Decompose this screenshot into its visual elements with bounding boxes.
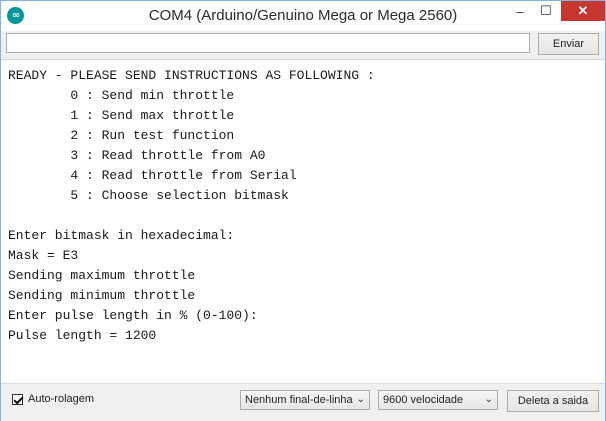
title-bar: ∞ COM4 (Arduino/Genuino Mega or Mega 256… [1,1,605,31]
input-bar: Enviar [1,31,605,59]
status-bar: Auto-rolagem Nenhum final-de-linha ⌄ 960… [1,383,605,421]
maximize-button[interactable]: ☐ [533,1,559,21]
minimize-button[interactable]: – [507,1,533,21]
autoscroll-label: Auto-rolagem [28,393,95,405]
line-ending-select[interactable]: Nenhum final-de-linha ⌄ [240,390,370,410]
chevron-down-icon: ⌄ [484,394,493,405]
autoscroll-checkbox[interactable] [12,393,23,405]
send-button[interactable]: Enviar [538,33,599,55]
line-ending-value: Nenhum final-de-linha [245,394,353,406]
serial-input[interactable] [6,33,530,53]
clear-output-button[interactable]: Deleta a saida [507,390,599,412]
output-text: READY - PLEASE SEND INSTRUCTIONS AS FOLL… [8,68,375,343]
chevron-down-icon: ⌄ [356,394,365,405]
serial-output[interactable]: READY - PLEASE SEND INSTRUCTIONS AS FOLL… [1,59,605,382]
baud-rate-value: 9600 velocidade [383,394,464,406]
autoscroll-toggle[interactable]: Auto-rolagem [12,393,94,405]
close-button[interactable]: ✕ [561,1,605,21]
serial-monitor-window: ∞ COM4 (Arduino/Genuino Mega or Mega 256… [0,0,606,421]
baud-rate-select[interactable]: 9600 velocidade ⌄ [378,390,498,410]
